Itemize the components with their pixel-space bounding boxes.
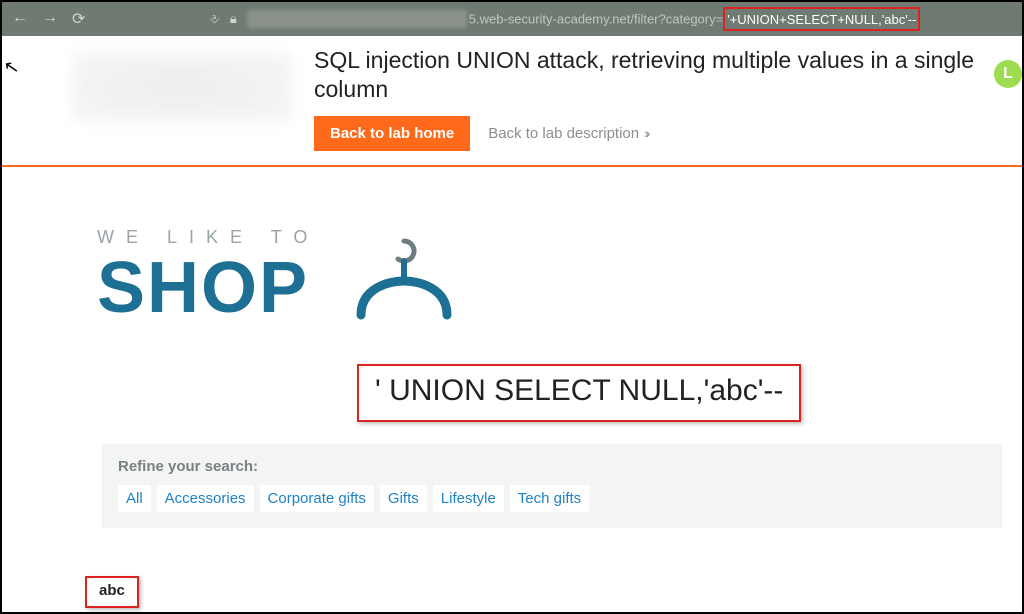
status-badge: L — [994, 60, 1022, 88]
forward-icon[interactable]: → — [42, 9, 58, 29]
filter-tag-accessories[interactable]: Accessories — [157, 485, 254, 512]
academy-logo-blur — [72, 52, 292, 122]
url-path-part: /filter?category= — [630, 12, 723, 27]
back-icon[interactable]: ← — [12, 9, 28, 29]
lab-title: SQL injection UNION attack, retrieving m… — [314, 46, 994, 104]
filter-tag-gifts[interactable]: Gifts — [380, 485, 427, 512]
lock-icon: 🔒︎ — [230, 11, 237, 27]
filter-tag-all[interactable]: All — [118, 485, 151, 512]
reload-icon[interactable]: ⟳ — [72, 9, 85, 29]
back-to-lab-home-button[interactable]: Back to lab home — [314, 116, 470, 151]
lab-header: SQL injection UNION attack, retrieving m… — [2, 36, 1022, 165]
brand-name: SHOP — [97, 252, 319, 324]
url-host-part: 5.web-security-academy.net — [469, 12, 631, 27]
address-bar[interactable]: ⎀ 🔒︎ 5.web-security-academy.net/filter?c… — [209, 6, 1012, 32]
url-obscured-part — [247, 10, 467, 28]
brand-tagline: WE LIKE TO — [97, 227, 319, 248]
filter-panel: Refine your search: All Accessories Corp… — [102, 444, 1002, 528]
result-annotation: abc — [85, 576, 139, 608]
refine-label: Refine your search: — [118, 458, 986, 475]
filter-tag-corporate-gifts[interactable]: Corporate gifts — [260, 485, 374, 512]
shop-logo: WE LIKE TO SHOP — [97, 227, 1022, 324]
browser-chrome: ← → ⟳ ⎀ 🔒︎ 5.web-security-academy.net/fi… — [2, 2, 1022, 36]
sql-injection-annotation: ' UNION SELECT NULL,'abc'-- — [357, 364, 801, 422]
hanger-icon — [349, 233, 459, 323]
chevron-right-icon: ›› — [643, 125, 647, 141]
filter-tag-lifestyle[interactable]: Lifestyle — [433, 485, 504, 512]
result-text: abc — [99, 582, 125, 599]
url-query-highlight: '+UNION+SELECT+NULL,'abc'-- — [723, 7, 920, 31]
category-tags: All Accessories Corporate gifts Gifts Li… — [118, 485, 986, 512]
shield-icon: ⎀ — [209, 11, 219, 27]
back-to-lab-description-link[interactable]: Back to lab description ›› — [488, 125, 647, 142]
filter-tag-tech-gifts[interactable]: Tech gifts — [510, 485, 589, 512]
